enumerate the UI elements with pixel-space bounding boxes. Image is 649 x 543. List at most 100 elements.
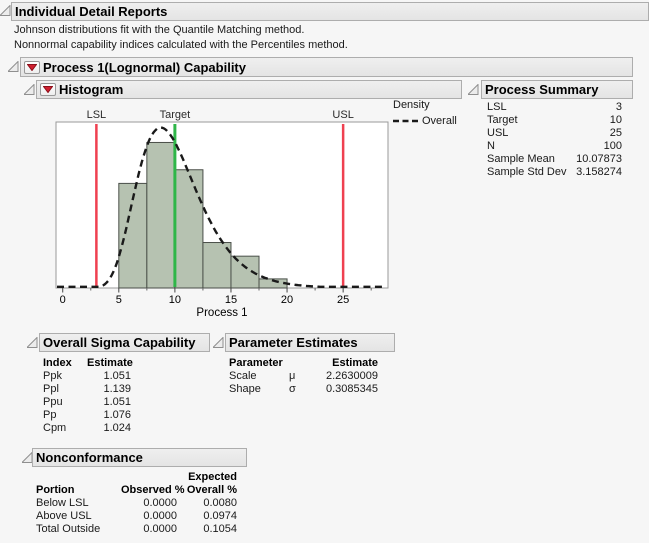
tick-label: 20 (281, 294, 293, 306)
open-disclosure-icon (8, 62, 18, 72)
table-cell: Pp (43, 409, 87, 422)
page-title: Individual Detail Reports (15, 4, 167, 19)
overall-sigma-title: Overall Sigma Capability (43, 335, 195, 350)
table-cell: Total Outside (36, 523, 121, 536)
histogram-title: Histogram (59, 82, 123, 97)
note-percentiles-method: Nonnormal capability indices calculated … (14, 39, 348, 51)
red-triangle-menu-button[interactable] (24, 61, 40, 74)
table-cell: 0.0000 (121, 523, 177, 536)
open-disclosure-icon (213, 338, 223, 348)
tick-label: 5 (116, 294, 122, 306)
table-cell: 3 (567, 101, 622, 114)
table-cell: Ppl (43, 383, 87, 396)
parameter-estimates-title: Parameter Estimates (229, 335, 358, 350)
disclosure-triangle-process-capability[interactable] (8, 61, 19, 72)
table-cell: Target (487, 114, 567, 127)
nonconformance-title: Nonconformance (36, 450, 143, 465)
tick-label: 25 (337, 294, 349, 306)
table-cell: 1.051 (87, 370, 131, 383)
lsl-label: LSL (87, 109, 107, 121)
super-column-header (121, 471, 177, 484)
parameter-estimates-table: Parameter Estimate Scaleμ2.2630009 Shapeσ0.… (229, 357, 378, 396)
open-disclosure-icon (468, 85, 478, 95)
process-capability-title: Process 1(Lognormal) Capability (43, 60, 246, 75)
section-header-histogram[interactable]: Histogram (36, 80, 462, 99)
table-cell: μ (289, 370, 307, 383)
table-cell: USL (487, 127, 567, 140)
column-header: Estimate (307, 357, 378, 370)
section-header-overall-sigma[interactable]: Overall Sigma Capability (39, 333, 210, 352)
disclosure-triangle-histogram[interactable] (24, 84, 35, 95)
red-triangle-icon (44, 87, 53, 93)
overall-sigma-table: IndexEstimatePpk1.051Ppl1.139Ppu1.051Pp1… (43, 357, 131, 435)
super-column-header (36, 471, 121, 484)
disclosure-triangle-process-summary[interactable] (468, 84, 479, 95)
table-cell: Below LSL (36, 497, 121, 510)
table-cell: N (487, 140, 567, 153)
table-cell: 2.2630009 (307, 370, 378, 383)
dashed-line-icon (393, 118, 420, 124)
column-header: Overall % (177, 484, 237, 497)
section-header-process-summary[interactable]: Process Summary (481, 80, 633, 99)
table-cell: 10.07873 (567, 153, 622, 166)
table-cell: Sample Mean (487, 153, 567, 166)
disclosure-triangle-individual-detail-reports[interactable] (0, 5, 11, 16)
table-cell: 1.076 (87, 409, 131, 422)
disclosure-triangle-parameter-estimates[interactable] (213, 337, 224, 348)
legend-entry-label: Overall (422, 115, 457, 127)
note-quantile-matching: Johnson distributions fit with the Quant… (14, 24, 304, 36)
chart-legend: Density Overall (393, 99, 457, 127)
histogram-chart: LSLTargetUSL0510152025Process 1 (40, 105, 396, 321)
tick-label: 10 (169, 294, 181, 306)
section-header-individual-detail-reports[interactable]: Individual Detail Reports (11, 2, 649, 21)
column-header: Portion (36, 484, 121, 497)
section-header-nonconformance[interactable]: Nonconformance (32, 448, 247, 467)
column-header: Estimate (87, 357, 131, 370)
section-header-parameter-estimates[interactable]: Parameter Estimates (225, 333, 395, 352)
table-cell: LSL (487, 101, 567, 114)
red-triangle-icon (28, 64, 37, 70)
table-cell: 0.0080 (177, 497, 237, 510)
red-triangle-menu-button[interactable] (40, 83, 56, 96)
usl-label: USL (332, 109, 353, 121)
open-disclosure-icon (22, 453, 32, 463)
table-cell: 0.0000 (121, 510, 177, 523)
legend-title: Density (393, 99, 457, 111)
histogram-bar (175, 170, 203, 288)
table-cell: 1.024 (87, 422, 131, 435)
table-cell: 1.139 (87, 383, 131, 396)
table-cell: 0.0974 (177, 510, 237, 523)
table-cell: 1.051 (87, 396, 131, 409)
legend-entry-overall: Overall (393, 115, 457, 127)
table-cell: 0.1054 (177, 523, 237, 536)
table-cell: 0.0000 (121, 497, 177, 510)
column-header: Index (43, 357, 87, 370)
nonconformance-table: Expected PortionObserved %Overall % Below … (36, 471, 237, 536)
table-cell: 10 (567, 114, 622, 127)
table-cell: 0.3085345 (307, 383, 378, 396)
column-header: Observed % (121, 484, 177, 497)
open-disclosure-icon (27, 338, 37, 348)
table-cell: 25 (567, 127, 622, 140)
open-disclosure-icon (24, 85, 34, 95)
super-column-header: Expected (177, 471, 237, 484)
tick-label: 15 (225, 294, 237, 306)
table-cell: σ (289, 383, 307, 396)
x-axis-label: Process 1 (196, 307, 247, 319)
process-summary-table: LSL3Target10USL25N100Sample Mean10.07873… (487, 101, 622, 179)
table-cell: Sample Std Dev (487, 166, 567, 179)
disclosure-triangle-overall-sigma[interactable] (27, 337, 38, 348)
histogram-bar (147, 142, 175, 288)
open-disclosure-icon (0, 6, 10, 16)
column-header: Parameter (229, 357, 289, 370)
table-cell: Ppu (43, 396, 87, 409)
table-cell: Cpm (43, 422, 87, 435)
table-cell: 3.158274 (567, 166, 622, 179)
table-cell: Shape (229, 383, 289, 396)
target-label: Target (160, 109, 191, 121)
table-cell: 100 (567, 140, 622, 153)
process-summary-title: Process Summary (485, 82, 598, 97)
section-header-process-capability[interactable]: Process 1(Lognormal) Capability (20, 57, 633, 77)
table-cell: Scale (229, 370, 289, 383)
column-header (289, 357, 307, 370)
